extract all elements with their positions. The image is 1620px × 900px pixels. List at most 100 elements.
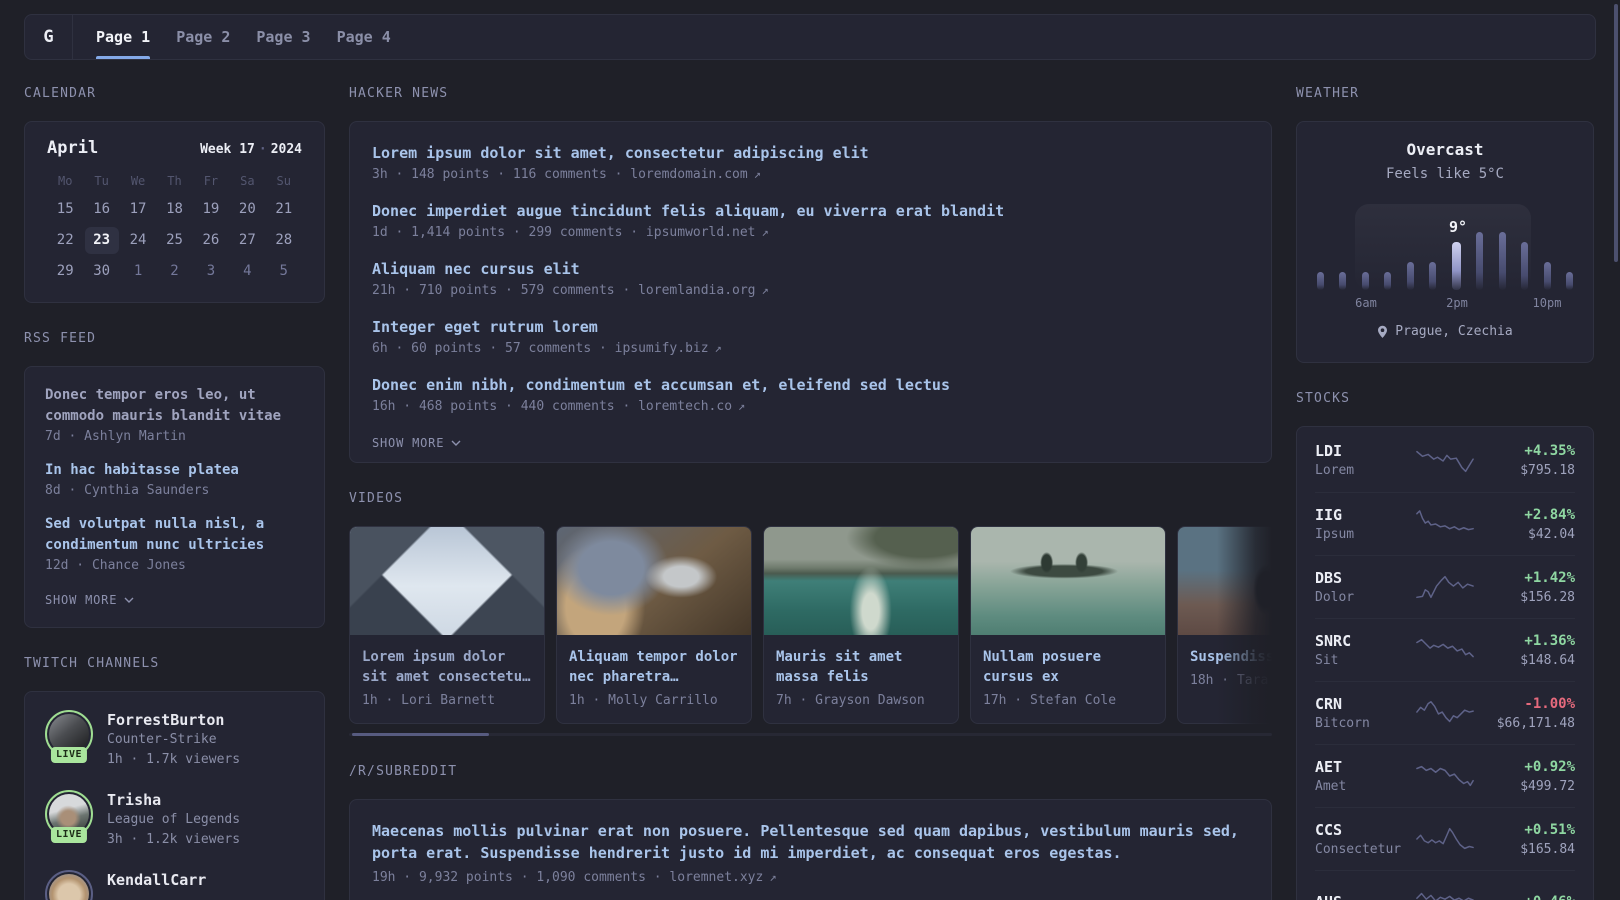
hn-item-meta: 6h · 60 points · 57 comments · ipsumify.… — [372, 341, 722, 356]
stock-change: +1.42% — [1524, 569, 1575, 586]
stock-row[interactable]: LDI Lorem +4.35% $795.18 — [1315, 429, 1575, 492]
hn-item-meta: 1d · 1,414 points · 299 comments · ipsum… — [372, 225, 769, 240]
stock-name: Ipsum — [1315, 526, 1355, 542]
video-card[interactable]: Mauris sit amet massa felis 7h · Grayson… — [763, 526, 959, 724]
video-title-link[interactable]: Suspendisse diam — [1190, 647, 1272, 667]
calendar-day: 20 — [238, 201, 256, 217]
hn-item-title-link[interactable]: Aliquam nec cursus elit — [372, 258, 1249, 280]
calendar-day: 28 — [275, 232, 293, 248]
weather-bar — [1429, 262, 1437, 290]
calendar-dow: Fr — [203, 174, 219, 188]
top-navbar: G Page 1 Page 2 Page 3 Page 4 — [24, 14, 1596, 60]
external-link-icon: ↗ — [761, 225, 769, 239]
stock-row[interactable]: AET Amet +0.92% $499.72 — [1315, 744, 1575, 807]
subreddit-section-title: /R/SUBREDDIT — [349, 764, 458, 779]
stock-row[interactable]: SNRC Sit +1.36% $148.64 — [1315, 618, 1575, 681]
stock-row[interactable]: CRN Bitcorn -1.00% $66,171.48 — [1315, 681, 1575, 744]
stock-change: +1.36% — [1524, 632, 1575, 649]
rss-item-meta: 7d · Ashlyn Martin — [45, 429, 186, 444]
stocks-section-title: STOCKS — [1296, 391, 1351, 406]
hn-item-title-link[interactable]: Donec enim nibh, condimentum et accumsan… — [372, 374, 1249, 396]
rss-item-link[interactable]: Sed volutpat nulla nisl, a condimentum n… — [45, 514, 304, 556]
tab-page-3[interactable]: Page 3 — [243, 15, 323, 59]
weather-condition: Overcast — [1406, 140, 1484, 159]
stock-change: +4.35% — [1524, 443, 1575, 459]
hn-item: Donec enim nibh, condimentum et accumsan… — [372, 374, 1249, 417]
channel-info: KendallCarr — [107, 870, 206, 900]
weather-bar — [1361, 272, 1369, 290]
hn-show-more-button[interactable]: SHOW MORE — [372, 436, 1249, 450]
stock-name: Amet — [1315, 778, 1347, 794]
twitch-channel[interactable]: KendallCarr — [45, 870, 304, 900]
video-card[interactable]: Lorem ipsum dolor sit amet consectetu… 1… — [349, 526, 545, 724]
video-title-link[interactable]: Lorem ipsum dolor sit amet consectetu… — [362, 647, 532, 687]
rss-item: In hac habitasse platea 8d · Cynthia Sau… — [45, 460, 304, 501]
stock-row[interactable]: DBS Dolor +1.42% $156.28 — [1315, 555, 1575, 618]
stock-row[interactable]: AHS +0.46% — [1315, 870, 1575, 900]
twitch-channel[interactable]: LIVE ForrestBurton Counter-Strike 1h · 1… — [45, 710, 304, 770]
calendar-grid: Mo Tu We Th Fr Sa Su 15 16 17 18 19 20 2… — [47, 170, 302, 285]
reddit-post-title-link[interactable]: Maecenas mollis pulvinar erat non posuer… — [372, 820, 1249, 864]
calendar-widget: April Week 17 · 2024 Mo Tu We Th Fr Sa Su … — [24, 121, 325, 303]
subreddit-section: /R/SUBREDDIT Maecenas mollis pulvinar er… — [349, 764, 1272, 900]
calendar-dow: Su — [276, 174, 291, 188]
rss-section: RSS FEED Donec tempor eros leo, ut commo… — [24, 331, 325, 628]
calendar-day-next-month: 1 — [133, 263, 143, 279]
rss-item-link[interactable]: Donec tempor eros leo, ut commodo mauris… — [45, 385, 304, 427]
calendar-section-title: CALENDAR — [24, 86, 97, 101]
stock-name: Consectetur — [1315, 841, 1402, 857]
stock-price: $66,171.48 — [1496, 715, 1575, 731]
stock-row[interactable]: IIG Ipsum +2.84% $42.04 — [1315, 492, 1575, 555]
video-card[interactable]: Aliquam tempor dolor nec pharetra… 1h · … — [556, 526, 752, 724]
calendar-day: 26 — [202, 232, 220, 248]
hn-item-meta: 21h · 710 points · 579 comments · loreml… — [372, 283, 769, 298]
external-link-icon: ↗ — [769, 870, 777, 884]
tab-page-2[interactable]: Page 2 — [163, 15, 243, 59]
video-thumbnail — [971, 527, 1165, 635]
tab-page-4[interactable]: Page 4 — [324, 15, 404, 59]
stock-change: +0.51% — [1524, 821, 1575, 838]
stocks-widget: LDI Lorem +4.35% $795.18 IIG Ipsum +2.84% $4… — [1296, 426, 1594, 900]
hn-item-title-link[interactable]: Donec imperdiet augue tincidunt felis al… — [372, 200, 1249, 222]
video-card[interactable]: Suspendisse diam 18h · Tara — [1177, 526, 1272, 724]
hn-item: Aliquam nec cursus elit 21h · 710 points… — [372, 258, 1249, 301]
page-scrollbar-thumb[interactable] — [1614, 4, 1618, 262]
hn-item: Donec imperdiet augue tincidunt felis al… — [372, 200, 1249, 243]
stock-sparkline — [1416, 638, 1474, 658]
rss-item-meta: 8d · Cynthia Saunders — [45, 483, 210, 498]
videos-carousel: Lorem ipsum dolor sit amet consectetu… 1… — [349, 526, 1272, 724]
weather-feels-like: Feels like 5°C — [1385, 166, 1504, 182]
weather-bar — [1406, 262, 1414, 290]
carousel-scrollbar-thumb[interactable] — [352, 733, 489, 736]
weather-hourly-chart: 9° — [1317, 198, 1573, 290]
rss-item: Donec tempor eros leo, ut commodo mauris… — [45, 385, 304, 447]
channel-game: Counter-Strike — [107, 732, 217, 747]
video-title-link[interactable]: Mauris sit amet massa felis — [776, 647, 946, 687]
rss-show-more-button[interactable]: SHOW MORE — [45, 593, 304, 607]
stock-price: $148.64 — [1520, 652, 1575, 668]
hn-item-title-link[interactable]: Lorem ipsum dolor sit amet, consectetur … — [372, 142, 1249, 164]
calendar-day: 30 — [93, 263, 111, 279]
hn-item-title-link[interactable]: Integer eget rutrum lorem — [372, 316, 1249, 338]
rss-item-link[interactable]: In hac habitasse platea — [45, 460, 304, 481]
weather-location: Prague, Czechia — [1317, 324, 1573, 339]
location-pin-icon — [1378, 325, 1388, 338]
tab-page-1[interactable]: Page 1 — [83, 15, 163, 59]
carousel-scrollbar — [349, 733, 1272, 736]
stock-ticker: CRN — [1315, 694, 1343, 713]
video-card[interactable]: Nullam posuere cursus ex 17h · Stefan Co… — [970, 526, 1166, 724]
channel-name: KendallCarr — [107, 871, 207, 889]
calendar-day: 18 — [166, 201, 183, 217]
stock-row[interactable]: CCS Consectetur +0.51% $165.84 — [1315, 807, 1575, 870]
stock-ticker: DBS — [1315, 568, 1343, 587]
video-title-link[interactable]: Nullam posuere cursus ex — [983, 647, 1153, 687]
left-column: CALENDAR April Week 17 · 2024 Mo Tu We Th … — [24, 86, 325, 900]
twitch-channel[interactable]: LIVE Trisha League of Legends 3h · 1.2k … — [45, 790, 304, 850]
calendar-day: 15 — [56, 201, 74, 217]
subreddit-widget: Maecenas mollis pulvinar erat non posuer… — [349, 799, 1272, 900]
avatar — [45, 870, 93, 900]
video-title-link[interactable]: Aliquam tempor dolor nec pharetra… — [569, 647, 739, 687]
video-meta: 18h · Tara — [1190, 673, 1269, 688]
stock-sparkline — [1416, 510, 1474, 531]
right-column: WEATHER Overcast Feels like 5°C 9° 6am 2… — [1296, 86, 1594, 900]
